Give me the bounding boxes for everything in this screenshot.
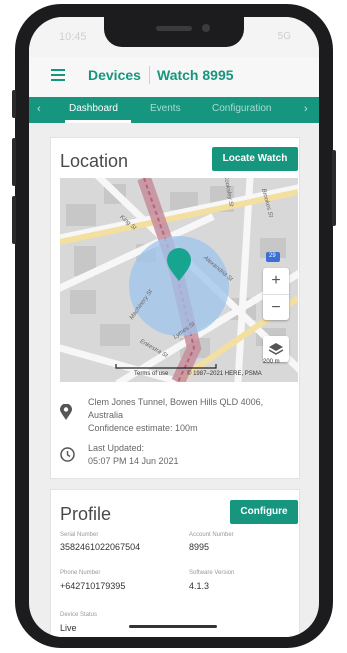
zoom-out-button[interactable]: − bbox=[263, 295, 289, 320]
confidence-text: Confidence estimate: 100m bbox=[88, 423, 198, 433]
location-card: Location Locate Watch King St Alexandria… bbox=[50, 137, 300, 479]
tab-scroll-left-icon[interactable]: ‹ bbox=[37, 103, 41, 115]
power-button bbox=[332, 150, 336, 226]
location-pin-icon bbox=[60, 404, 72, 420]
tab-events[interactable]: Events bbox=[150, 103, 181, 114]
zoom-in-button[interactable]: + bbox=[263, 268, 289, 295]
active-tab-indicator bbox=[65, 120, 131, 123]
profile-card: Profile Configure Serial Number 35824610… bbox=[50, 489, 300, 637]
phone-number-label: Phone Number bbox=[60, 570, 101, 576]
account-number-value: 8995 bbox=[189, 542, 210, 552]
app-screen: 10:45 5G Devices Watch 8995 ‹ Dashboard … bbox=[29, 17, 319, 637]
last-updated-text: Last Updated: 05:07 PM 14 Jun 2021 bbox=[88, 442, 298, 468]
software-version-label: Software Version bbox=[189, 570, 235, 576]
volume-up-button bbox=[12, 138, 16, 186]
zoom-control: + − bbox=[263, 268, 289, 320]
device-status-value: Live bbox=[60, 623, 77, 633]
locate-watch-button[interactable]: Locate Watch bbox=[212, 147, 298, 171]
tab-bar: ‹ Dashboard Events Configuration › bbox=[29, 97, 319, 123]
breadcrumb-divider bbox=[149, 66, 150, 84]
location-map[interactable]: King St Alexandria St Machinery St Enkes… bbox=[60, 178, 298, 382]
tab-dashboard[interactable]: Dashboard bbox=[69, 103, 118, 114]
speaker bbox=[156, 26, 192, 31]
address-row: Clem Jones Tunnel, Bowen Hills QLD 4006,… bbox=[60, 396, 298, 438]
address-line1: Clem Jones Tunnel, Bowen Hills QLD 4006, bbox=[88, 397, 264, 407]
software-version-value: 4.1.3 bbox=[189, 581, 210, 591]
breadcrumb-device: Watch 8995 bbox=[157, 67, 234, 83]
camera bbox=[202, 24, 210, 32]
phone-number-value: +642710179395 bbox=[60, 581, 126, 591]
app-header: Devices Watch 8995 bbox=[29, 57, 319, 97]
route-badge: 29 bbox=[269, 253, 276, 259]
clock-icon bbox=[60, 447, 75, 462]
tab-scroll-right-icon[interactable]: › bbox=[304, 103, 308, 115]
hamburger-menu-icon[interactable] bbox=[51, 69, 65, 81]
last-updated-row: Last Updated: 05:07 PM 14 Jun 2021 bbox=[60, 442, 298, 472]
map-copyright: © 1987–2021 HERE, PSMA bbox=[187, 371, 262, 377]
configure-button[interactable]: Configure bbox=[230, 500, 298, 524]
serial-number-value: 3582461022067504 bbox=[60, 542, 141, 552]
tab-configuration[interactable]: Configuration bbox=[212, 103, 271, 114]
location-title: Location bbox=[60, 151, 129, 171]
device-status-label: Device Status bbox=[60, 612, 98, 618]
profile-title: Profile bbox=[60, 504, 112, 524]
home-indicator bbox=[129, 625, 217, 628]
address-text: Clem Jones Tunnel, Bowen Hills QLD 4006,… bbox=[88, 396, 298, 435]
last-updated-value: 05:07 PM 14 Jun 2021 bbox=[88, 456, 179, 466]
status-network: 5G bbox=[277, 31, 291, 42]
status-bar: 10:45 5G bbox=[29, 17, 319, 57]
account-number-label: Account Number bbox=[189, 532, 234, 538]
notch bbox=[104, 17, 244, 47]
volume-down-button bbox=[12, 196, 16, 244]
status-time: 10:45 bbox=[59, 31, 87, 43]
map-terms-link[interactable]: Terms of use bbox=[134, 371, 168, 377]
last-updated-label: Last Updated: bbox=[88, 443, 145, 453]
serial-number-label: Serial Number bbox=[60, 532, 99, 538]
map-scale-label: 200 m bbox=[263, 359, 280, 365]
mute-switch bbox=[12, 90, 16, 118]
address-line2: Australia bbox=[88, 410, 124, 420]
breadcrumb-devices[interactable]: Devices bbox=[88, 67, 141, 83]
